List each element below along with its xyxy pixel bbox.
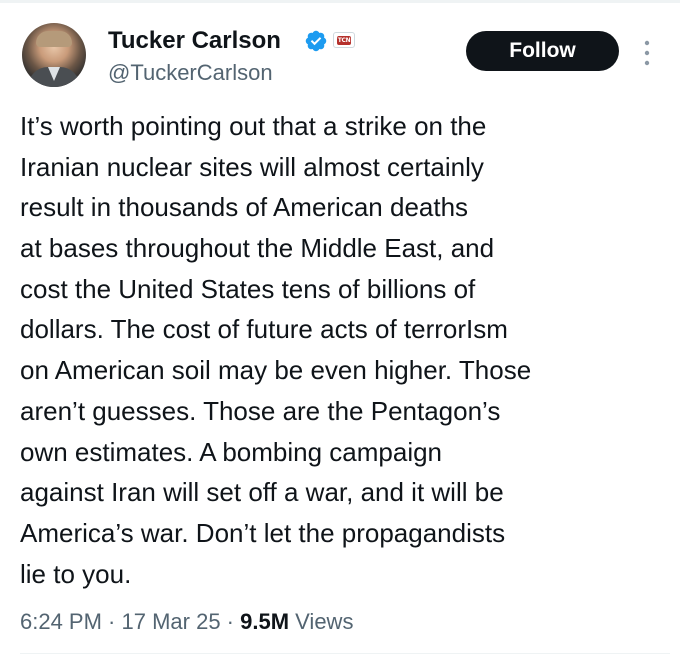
follow-button[interactable]: Follow [466,31,619,71]
tweet-text-line: Iranian nuclear sites will almost certai… [20,151,484,182]
user-handle[interactable]: @TuckerCarlson [108,59,273,87]
tweet-text-line: on American soil may be even higher. Tho… [20,355,532,386]
tweet-text-line: aren’t guesses. Those are the Pentagon’s [20,395,501,426]
tweet-text-line: cost the United States tens of billions … [20,273,476,304]
avatar[interactable] [22,23,86,87]
more-vertical-icon[interactable] [642,39,652,67]
views-label[interactable]: Views [289,609,353,634]
tweet-text-line: own estimates. A bombing campaign [20,436,443,467]
verified-badge-icon[interactable] [304,29,328,53]
top-divider [0,0,680,3]
affiliate-badge[interactable]: TCN [333,32,355,48]
tweet-text-line: dollars. The cost of future acts of terr… [20,314,508,345]
meta-separator: · [101,609,122,634]
tweet-text-line: at bases throughout the Middle East, and [20,233,495,264]
tweet-time[interactable]: 6:24 PM [20,609,102,634]
tweet-text-line: It’s worth pointing out that a strike on… [20,111,487,141]
views-count[interactable]: 9.5M [240,609,289,634]
tweet-text-line: America’s war. Don’t let the propagandis… [20,517,506,548]
display-name[interactable]: Tucker Carlson [108,26,281,56]
affiliate-badge-text: TCN [336,35,352,45]
tweet-text-line: result in thousands of American deaths [20,192,469,223]
tweet-date[interactable]: 17 Mar 25 [122,609,221,634]
tweet-text: It’s worth pointing out that a strike on… [20,106,668,594]
bottom-divider [20,653,670,654]
tweet-meta: 6:24 PM · 17 Mar 25 · 9.5M Views [20,608,353,636]
tweet-text-line: against Iran will set off a war, and it … [20,477,504,508]
tweet-text-line: lie to you. [20,558,132,589]
meta-separator: · [220,609,241,634]
avatar-hair [36,31,72,47]
